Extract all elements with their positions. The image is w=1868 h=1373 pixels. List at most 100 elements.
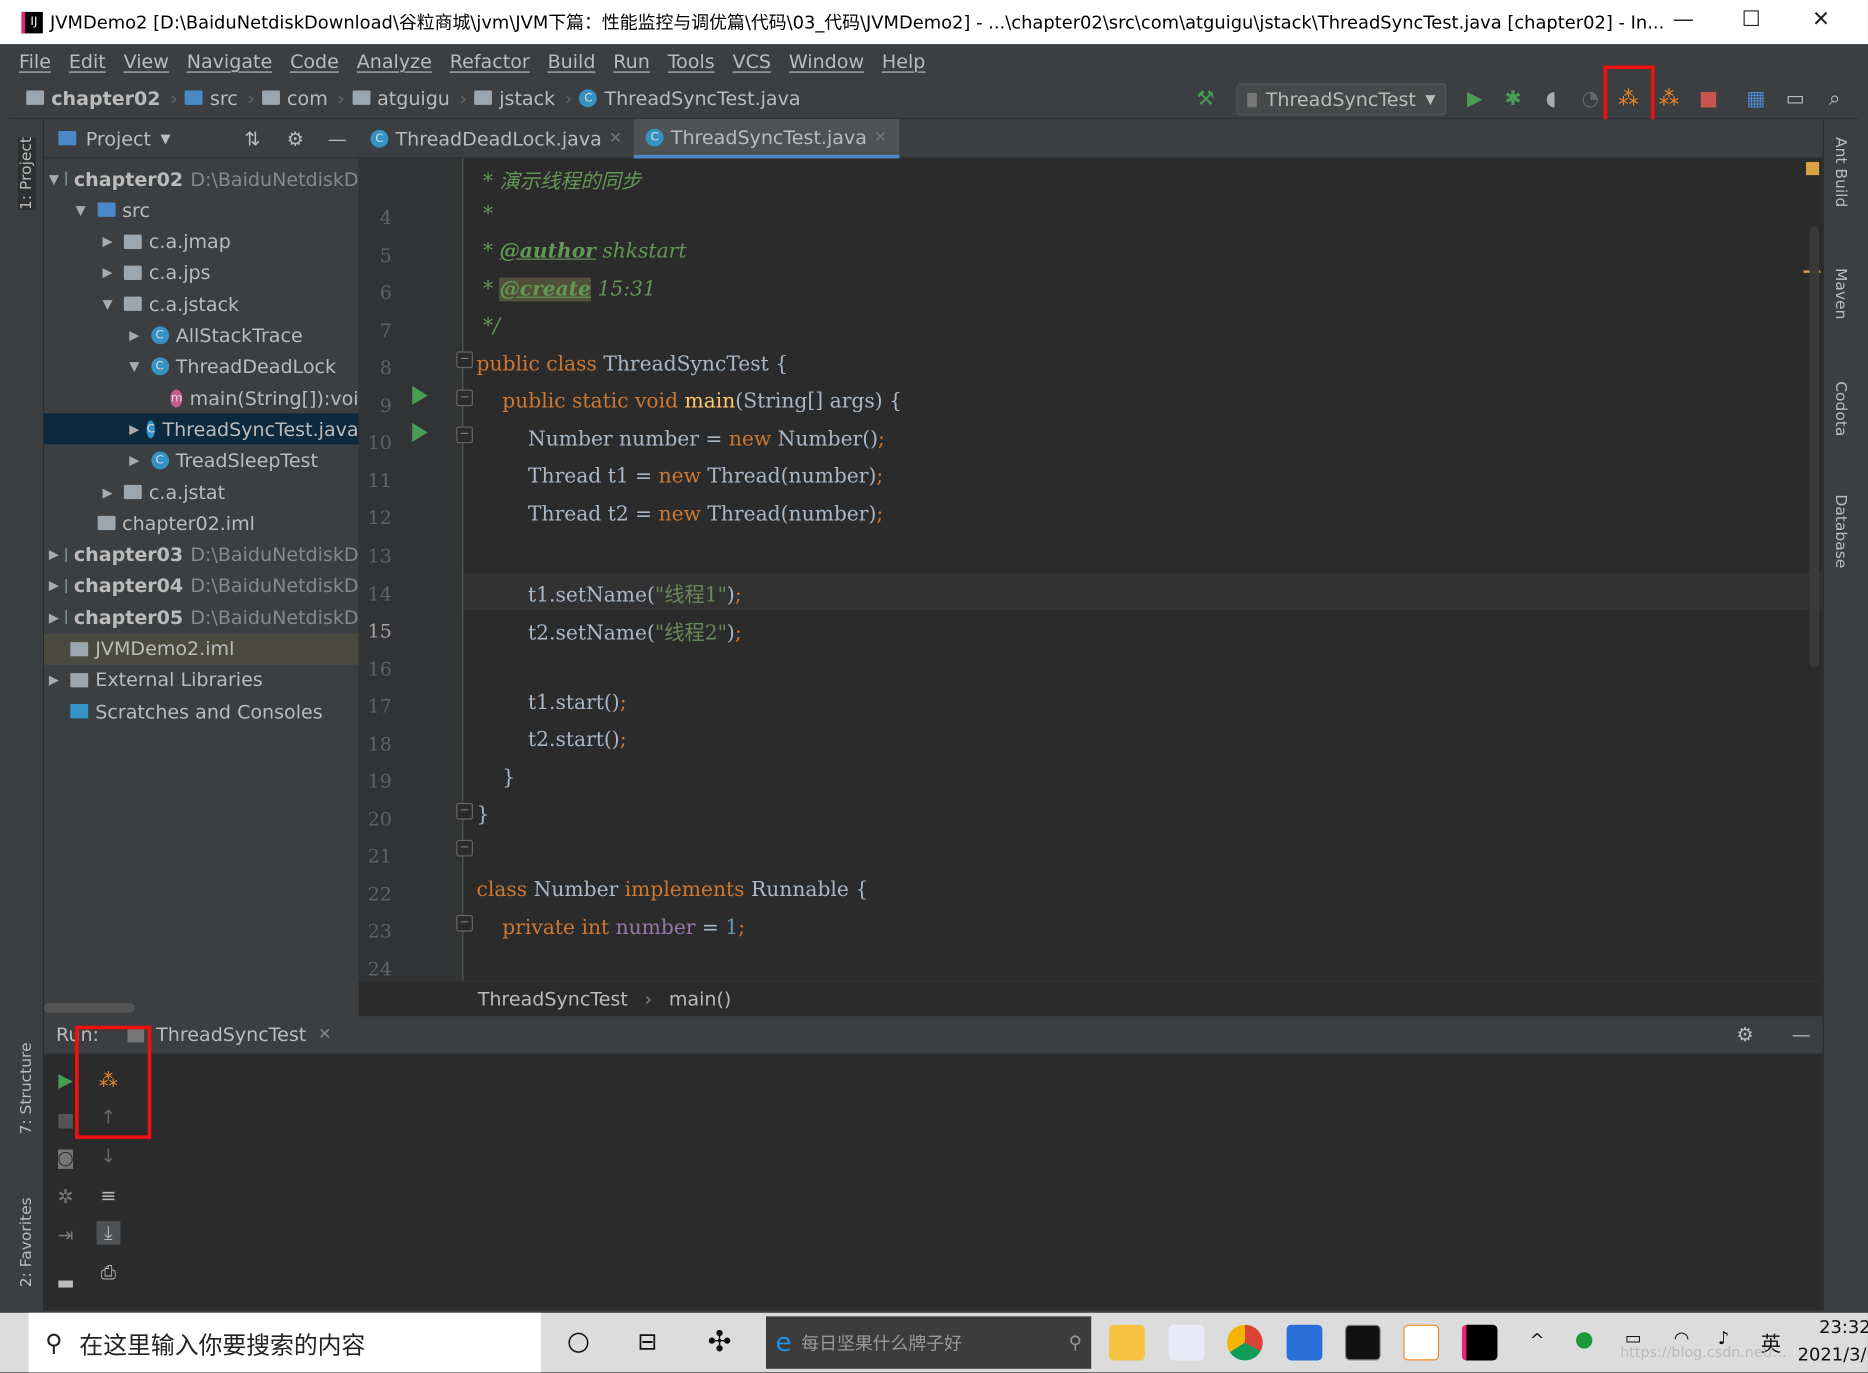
fold-icon[interactable]: − <box>456 915 473 933</box>
tray-app-icon[interactable]: ● <box>1575 1327 1594 1352</box>
terminal-icon[interactable]: ▭ <box>1782 86 1808 112</box>
code-line[interactable]: class Number implements Runnable { <box>477 879 869 903</box>
code-line[interactable]: Thread t2 = new Thread(number); <box>477 503 883 527</box>
tree-item[interactable]: ▼ C ThreadDeadLock <box>44 351 359 382</box>
code-line[interactable]: t2.setName("线程2"); <box>477 615 742 645</box>
tree-item[interactable]: ▼ src <box>44 195 359 226</box>
close-button[interactable]: ✕ <box>1812 7 1830 32</box>
taskbar-search[interactable]: ⚲ 在这里输入你要搜索的内容 <box>28 1312 541 1373</box>
tree-item[interactable]: ▶ C ThreadSyncTest.java <box>44 413 359 445</box>
tree-item[interactable]: ▶ chapter03 D:\BaiduNetdiskD <box>44 539 359 570</box>
expand-arrow-icon[interactable]: ▶ <box>49 610 59 625</box>
ant-build-tool-button[interactable]: Ant Build <box>1831 137 1849 207</box>
inspection-status-icon[interactable] <box>1806 162 1820 176</box>
code-line[interactable]: */ <box>477 315 500 339</box>
code-line[interactable]: t1.setName("线程1"); <box>477 578 742 608</box>
menu-vcs[interactable]: VCS <box>733 49 771 72</box>
tree-item[interactable]: ▶ External Libraries <box>44 665 359 696</box>
breadcrumb-atguigu[interactable]: atguigu <box>352 86 450 109</box>
jprofiler-app-icon[interactable] <box>1403 1324 1440 1361</box>
build-hammer-icon[interactable]: ⚒ <box>1192 86 1218 112</box>
soft-wrap-icon[interactable]: ≡ <box>96 1183 120 1207</box>
tree-item[interactable]: ▼ c.a.jstack <box>44 289 359 320</box>
breadcrumb-com[interactable]: com <box>262 86 328 109</box>
show-hidden-icons-chevron[interactable]: ^ <box>1530 1329 1545 1350</box>
feishu-icon[interactable] <box>1168 1324 1205 1361</box>
close-tab-icon[interactable]: ✕ <box>318 1026 331 1044</box>
tree-item[interactable]: ▶ chapter04 D:\BaiduNetdiskD <box>44 571 359 602</box>
expand-arrow-icon[interactable]: ▶ <box>102 484 116 499</box>
rerun-icon[interactable]: ▶ <box>54 1067 78 1091</box>
maven-tool-button[interactable]: Maven <box>1831 268 1849 319</box>
expand-arrow-icon[interactable]: ▼ <box>49 171 59 186</box>
tree-item[interactable]: JVMDemo2.iml <box>44 633 359 665</box>
task-view-icon[interactable]: ⊟ <box>637 1327 657 1356</box>
file-explorer-icon[interactable] <box>1109 1324 1145 1361</box>
code-line[interactable]: * <box>477 202 493 226</box>
close-tab-icon[interactable]: ✕ <box>874 128 887 146</box>
menu-refactor[interactable]: Refactor <box>450 49 530 72</box>
menu-navigate[interactable]: Navigate <box>187 49 272 72</box>
print-icon[interactable]: ⎙ <box>96 1260 120 1284</box>
tree-item[interactable]: Scratches and Consoles <box>44 696 359 727</box>
tree-item[interactable]: ▶ chapter05 D:\BaiduNetdiskD <box>44 602 359 633</box>
menu-build[interactable]: Build <box>548 49 596 72</box>
tree-item[interactable]: ▶ C AllStackTrace <box>44 320 359 351</box>
expand-arrow-icon[interactable]: ▶ <box>129 422 139 437</box>
run-gutter-icon[interactable] <box>412 423 428 443</box>
code-line[interactable]: * @create 15:31 <box>477 277 656 301</box>
code-line[interactable]: * @author shkstart <box>477 240 687 264</box>
clock-time[interactable]: 23:32 <box>1819 1316 1868 1337</box>
expand-arrow-icon[interactable]: ▼ <box>102 296 116 311</box>
tree-item[interactable]: ▶ c.a.jstat <box>44 477 359 508</box>
jprofiler-attach-icon[interactable]: ⁂ <box>1656 86 1682 112</box>
fold-icon[interactable]: − <box>456 351 473 369</box>
menu-analyze[interactable]: Analyze <box>357 49 432 72</box>
hide-icon[interactable]: — <box>328 127 347 150</box>
menu-view[interactable]: View <box>124 49 169 72</box>
code-line[interactable]: private int number = 1; <box>477 916 745 940</box>
code-line[interactable]: } <box>477 803 490 827</box>
debug-icon[interactable]: ✱ <box>1500 86 1526 112</box>
expand-arrow-icon[interactable]: ▶ <box>102 234 116 249</box>
collapse-all-icon[interactable]: ⇅ <box>245 127 261 150</box>
codota-tool-button[interactable]: Codota <box>1831 381 1849 436</box>
hide-icon[interactable]: — <box>1792 1023 1811 1046</box>
run-tab[interactable]: ThreadSyncTest <box>156 1023 306 1046</box>
breadcrumb-src[interactable]: src <box>184 86 238 109</box>
tab-threaddeadlock[interactable]: C ThreadDeadLock.java ✕ <box>359 119 634 158</box>
code-line[interactable]: t2.start(); <box>477 728 627 752</box>
project-tool-button[interactable]: 1: Project <box>17 136 36 210</box>
expand-arrow-icon[interactable]: ▶ <box>49 547 59 562</box>
project-structure-icon[interactable]: ▦ <box>1743 86 1769 112</box>
vertical-scrollbar[interactable] <box>1809 226 1820 668</box>
menu-run[interactable]: Run <box>613 49 650 72</box>
scroll-to-end-icon[interactable]: ⤓ <box>96 1221 121 1245</box>
maximize-button[interactable]: ☐ <box>1742 7 1761 32</box>
chrome-icon[interactable] <box>1227 1324 1263 1361</box>
down-arrow-icon[interactable]: ↓ <box>96 1144 120 1168</box>
settings-icon[interactable]: ✲ <box>54 1184 78 1208</box>
breadcrumb-jstack[interactable]: jstack <box>474 86 555 109</box>
project-view-select[interactable]: Project <box>86 127 151 150</box>
stop-icon[interactable]: ■ <box>1695 86 1721 112</box>
intellij-app-icon[interactable] <box>1461 1324 1498 1361</box>
run-configuration-select[interactable]: ThreadSyncTest ▼ <box>1236 83 1447 116</box>
browser-search-box[interactable]: e 每日坚果什么牌子好 ⚲ <box>766 1316 1092 1369</box>
code-line[interactable]: public static void main(String[] args) { <box>477 390 902 414</box>
camera-icon[interactable]: ◙ <box>54 1145 78 1169</box>
expand-arrow-icon[interactable]: ▶ <box>129 453 143 468</box>
expand-arrow-icon[interactable]: ▼ <box>76 202 90 217</box>
fold-icon[interactable]: − <box>456 802 473 820</box>
stop-icon[interactable]: ■ <box>54 1107 78 1131</box>
code-line[interactable]: Thread t1 = new Thread(number); <box>477 465 883 489</box>
minimize-button[interactable]: — <box>1673 7 1694 32</box>
menu-code[interactable]: Code <box>290 49 339 72</box>
code-line[interactable]: * 演示线程的同步 <box>477 164 641 194</box>
code-line[interactable]: t1.start(); <box>477 691 627 715</box>
expand-arrow-icon[interactable]: ▶ <box>129 328 143 343</box>
expand-arrow-icon[interactable]: ▼ <box>129 359 143 374</box>
profiler-icon[interactable]: ◔ <box>1577 86 1603 112</box>
menu-window[interactable]: Window <box>789 49 864 72</box>
exit-icon[interactable]: ⇥ <box>54 1222 78 1246</box>
